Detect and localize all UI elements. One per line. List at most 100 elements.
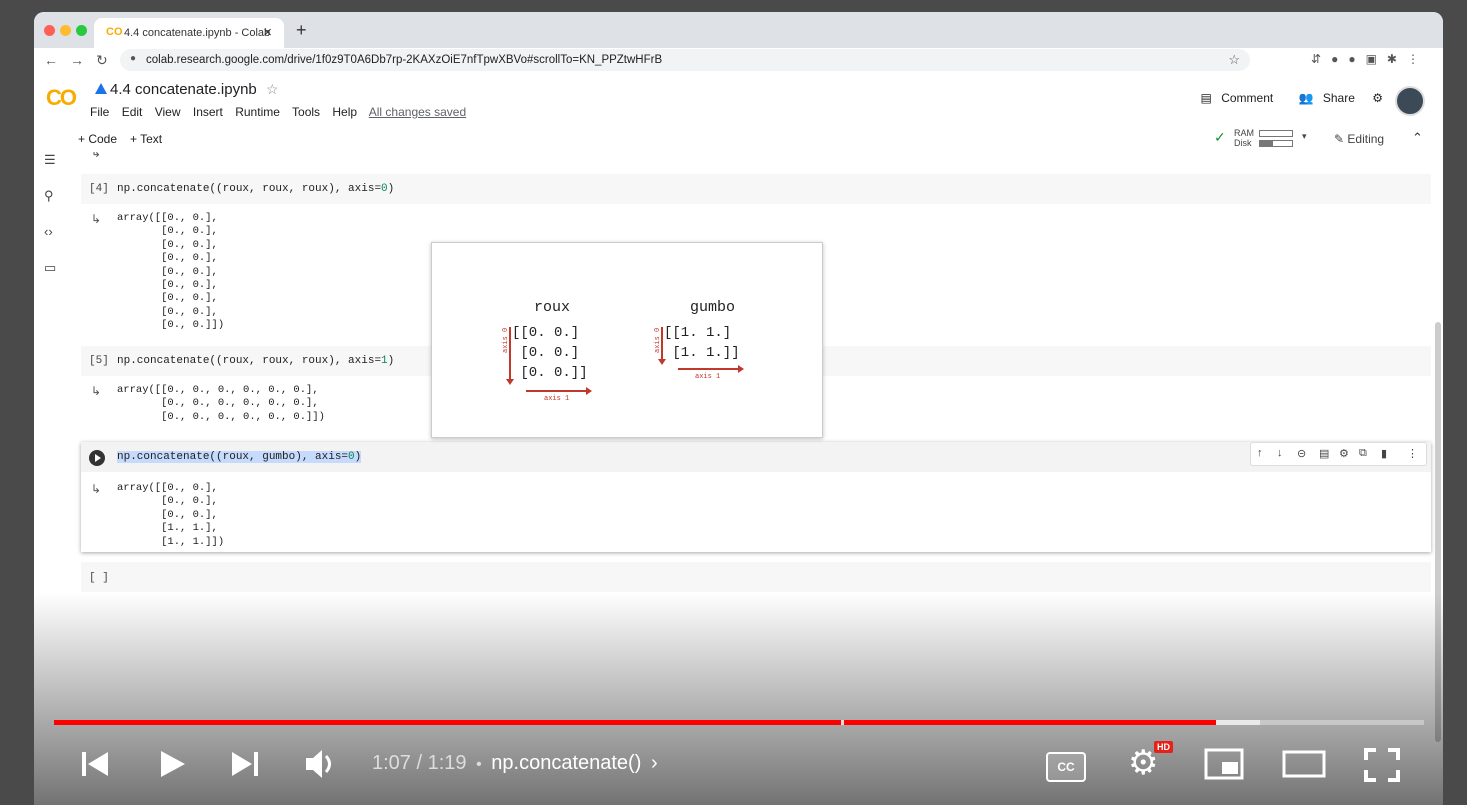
disk-label: Disk xyxy=(1234,138,1252,148)
close-window-icon[interactable] xyxy=(44,25,55,36)
add-text-button[interactable]: + Text xyxy=(130,132,162,146)
output-arrow-icon: ↳ xyxy=(91,482,102,496)
code-input[interactable]: [4] np.concatenate((roux, roux, roux), a… xyxy=(81,174,1431,204)
chevron-up-icon[interactable]: ⌃ xyxy=(1412,130,1423,146)
chapter-marker xyxy=(841,720,844,725)
settings-gear-icon[interactable]: ⚙ xyxy=(1372,91,1383,105)
axis0-label-roux: axis 0 xyxy=(502,327,510,353)
url-text: colab.research.google.com/drive/1f0z9T0A… xyxy=(146,54,663,66)
cell-prompt: [ ] xyxy=(89,572,109,584)
colab-favicon: CO xyxy=(106,26,123,38)
more-options-icon[interactable]: ⋮ xyxy=(1407,447,1418,460)
video-progress-bar[interactable] xyxy=(54,720,1424,725)
miniplayer-icon[interactable] xyxy=(1204,748,1244,780)
extension-icons[interactable]: ⇵●●▣✱⋮ xyxy=(1311,52,1429,66)
notebook-name[interactable]: 4.4 concatenate.ipynb xyxy=(110,81,257,98)
next-icon[interactable] xyxy=(230,749,260,779)
chapter-title[interactable]: np.concatenate() xyxy=(491,752,641,774)
output-arrow-icon: ↳ xyxy=(91,384,102,398)
bookmark-star-icon[interactable]: ☆ xyxy=(1228,52,1240,68)
reload-icon[interactable]: ↻ xyxy=(96,52,108,69)
minimize-window-icon[interactable] xyxy=(60,25,71,36)
menu-file[interactable]: File xyxy=(90,105,109,119)
axis1-arrowhead-roux xyxy=(586,387,592,395)
move-down-icon[interactable]: ↓ xyxy=(1277,447,1283,459)
previous-icon[interactable] xyxy=(80,749,110,779)
menu-insert[interactable]: Insert xyxy=(193,105,223,119)
captions-button[interactable]: CC xyxy=(1046,752,1086,782)
chevron-right-icon[interactable]: › xyxy=(651,752,658,774)
ram-bar xyxy=(1259,130,1293,137)
output-arrow-icon: ↳ xyxy=(91,152,102,160)
files-folder-icon[interactable]: ▭ xyxy=(44,260,56,276)
code-text[interactable]: np.concatenate((roux, roux, roux), axis=… xyxy=(117,183,394,195)
menu-runtime[interactable]: Runtime xyxy=(235,105,280,119)
colab-logo: CO xyxy=(46,85,77,110)
menu-tools[interactable]: Tools xyxy=(292,105,320,119)
lock-icon: ● xyxy=(130,53,137,64)
url-field[interactable]: ● colab.research.google.com/drive/1f0z9T… xyxy=(120,49,1250,71)
video-time-display: 1:07 / 1:19 • np.concatenate() › xyxy=(372,752,658,775)
axis1-arrowhead-gumbo xyxy=(738,365,744,373)
new-tab-icon[interactable]: + xyxy=(296,20,307,41)
delete-icon[interactable]: ▮ xyxy=(1381,447,1387,460)
tab-title: 4.4 concatenate.ipynb - Colab xyxy=(124,27,271,39)
empty-code-cell[interactable]: [ ] xyxy=(81,562,1431,592)
toc-icon[interactable]: ☰ xyxy=(44,152,56,168)
share-button[interactable]: Share xyxy=(1323,91,1355,105)
editing-mode[interactable]: ✎ Editing xyxy=(1334,132,1384,146)
notebook-toolbar: + Code + Text ✓ RAM Disk ▾ ✎ Editing ⌃ xyxy=(34,124,1443,153)
cell-toolbar: ↑ ↓ ⊝ ▤ ⚙ ⧉ ▮ ⋮ xyxy=(1250,442,1427,466)
fullscreen-icon[interactable] xyxy=(1364,748,1400,782)
share-icon[interactable]: 👥 xyxy=(1299,91,1314,105)
volume-icon[interactable] xyxy=(304,747,340,781)
previous-cell-fragment: ↳ xyxy=(81,152,1431,162)
ram-label: RAM xyxy=(1234,128,1254,138)
cell-output: array([[0., 0.], [0., 0.], [0., 0.], [0.… xyxy=(117,212,225,332)
add-code-button[interactable]: + Code xyxy=(78,132,117,146)
hd-badge: HD xyxy=(1154,741,1173,753)
star-icon[interactable]: ☆ xyxy=(266,81,279,98)
settings-gear-icon[interactable]: ⚙ xyxy=(1339,447,1349,460)
chevron-down-icon[interactable]: ▾ xyxy=(1302,131,1307,141)
code-snippets-icon[interactable]: ‹› xyxy=(44,224,53,239)
menu-help[interactable]: Help xyxy=(332,105,357,119)
cell-prompt: [5] xyxy=(89,355,109,367)
comment-icon[interactable]: ▤ xyxy=(1319,447,1329,460)
code-text[interactable]: np.concatenate((roux, gumbo), axis=0) xyxy=(117,451,362,463)
concatenate-figure: roux [[0. 0.] [0. 0.] [0. 0.]] gumbo [[1… xyxy=(431,242,823,438)
cell-output: array([[0., 0., 0., 0., 0., 0.], [0., 0.… xyxy=(117,384,325,423)
axis1-label-roux: axis 1 xyxy=(544,395,570,403)
theater-mode-icon[interactable] xyxy=(1282,750,1326,778)
play-icon[interactable] xyxy=(158,749,188,779)
cell-output: array([[0., 0.], [0., 0.], [0., 0.], [1.… xyxy=(117,482,225,548)
code-text[interactable]: np.concatenate((roux, roux, roux), axis=… xyxy=(117,355,394,367)
code-input[interactable]: np.concatenate((roux, gumbo), axis=0) xyxy=(81,442,1431,472)
back-icon[interactable]: ← xyxy=(44,52,58,68)
forward-icon[interactable]: → xyxy=(70,52,84,68)
disk-bar xyxy=(1259,140,1293,147)
avatar[interactable] xyxy=(1395,86,1425,116)
axis1-label-gumbo: axis 1 xyxy=(695,373,721,381)
mirror-cell-icon[interactable]: ⧉ xyxy=(1359,447,1367,460)
maximize-window-icon[interactable] xyxy=(76,25,87,36)
run-cell-button[interactable] xyxy=(89,450,105,466)
close-tab-icon[interactable]: × xyxy=(263,24,272,41)
menu-edit[interactable]: Edit xyxy=(122,105,143,119)
editing-label: Editing xyxy=(1347,132,1385,146)
code-cell-active[interactable]: np.concatenate((roux, gumbo), axis=0) ↳ … xyxy=(81,442,1431,552)
save-status[interactable]: All changes saved xyxy=(369,105,466,119)
search-icon[interactable]: ⚲ xyxy=(44,188,54,204)
tab-bar: CO 4.4 concatenate.ipynb - Colab × + xyxy=(34,12,1443,48)
menu-view[interactable]: View xyxy=(155,105,181,119)
move-up-icon[interactable]: ↑ xyxy=(1257,447,1263,459)
comment-icon[interactable]: ▤ xyxy=(1201,91,1212,105)
comment-button[interactable]: Comment xyxy=(1221,91,1273,105)
browser-tab[interactable]: CO 4.4 concatenate.ipynb - Colab × xyxy=(94,18,284,48)
menu-bar: File Edit View Insert Runtime Tools Help… xyxy=(90,105,475,119)
time-readout: 1:07 / 1:19 xyxy=(372,752,467,774)
browser-window: CO 4.4 concatenate.ipynb - Colab × + ← →… xyxy=(34,12,1443,805)
progress-played xyxy=(54,720,1216,725)
header-actions: ▤ Comment 👥 Share ⚙ xyxy=(1187,91,1383,105)
link-icon[interactable]: ⊝ xyxy=(1297,447,1306,460)
